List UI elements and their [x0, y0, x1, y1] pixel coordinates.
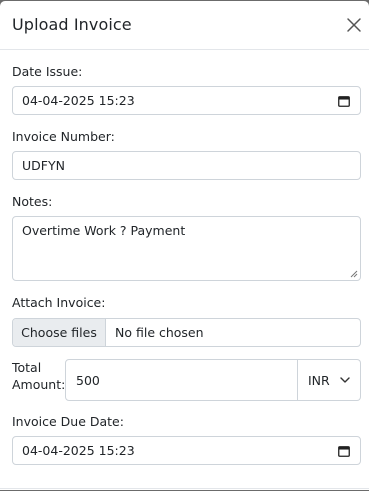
upload-invoice-modal: Upload Invoice Date Issue: 04-04-2025 15…	[0, 1, 369, 490]
invoice-number-label: Invoice Number:	[12, 129, 115, 144]
currency-select[interactable]: INR	[298, 359, 361, 401]
file-input[interactable]: Choose files No file chosen	[12, 318, 361, 347]
date-issue-value: 04-04-2025 15:23	[22, 93, 135, 108]
resize-grip-icon[interactable]	[350, 270, 358, 278]
invoice-number-value: UDFYN	[22, 158, 65, 173]
modal-header: Upload Invoice	[0, 1, 369, 50]
notes-textarea[interactable]: Overtime Work ? Payment	[12, 216, 361, 281]
close-button[interactable]	[344, 15, 364, 35]
invoice-number-input[interactable]: UDFYN	[12, 151, 361, 180]
modal-title: Upload Invoice	[12, 15, 132, 34]
currency-value: INR	[308, 372, 330, 388]
total-amount-value: 500	[76, 372, 100, 388]
choose-files-button[interactable]: Choose files	[13, 319, 106, 346]
total-amount-input[interactable]: 500	[65, 359, 298, 401]
notes-label: Notes:	[12, 194, 53, 209]
chevron-down-icon	[340, 377, 350, 383]
total-amount-label: Total Amount:	[12, 360, 66, 392]
calendar-icon[interactable]	[338, 95, 350, 107]
due-date-input[interactable]: 04-04-2025 15:23	[12, 436, 361, 465]
due-date-label: Invoice Due Date:	[12, 414, 124, 429]
notes-value: Overtime Work ? Payment	[22, 223, 186, 238]
due-date-value: 04-04-2025 15:23	[22, 443, 135, 458]
footer-divider	[0, 488, 369, 489]
file-status: No file chosen	[115, 325, 204, 340]
attach-invoice-label: Attach Invoice:	[12, 295, 106, 310]
date-issue-label: Date Issue:	[12, 64, 83, 79]
close-icon	[347, 18, 361, 32]
calendar-icon[interactable]	[338, 445, 350, 457]
date-issue-input[interactable]: 04-04-2025 15:23	[12, 86, 361, 115]
